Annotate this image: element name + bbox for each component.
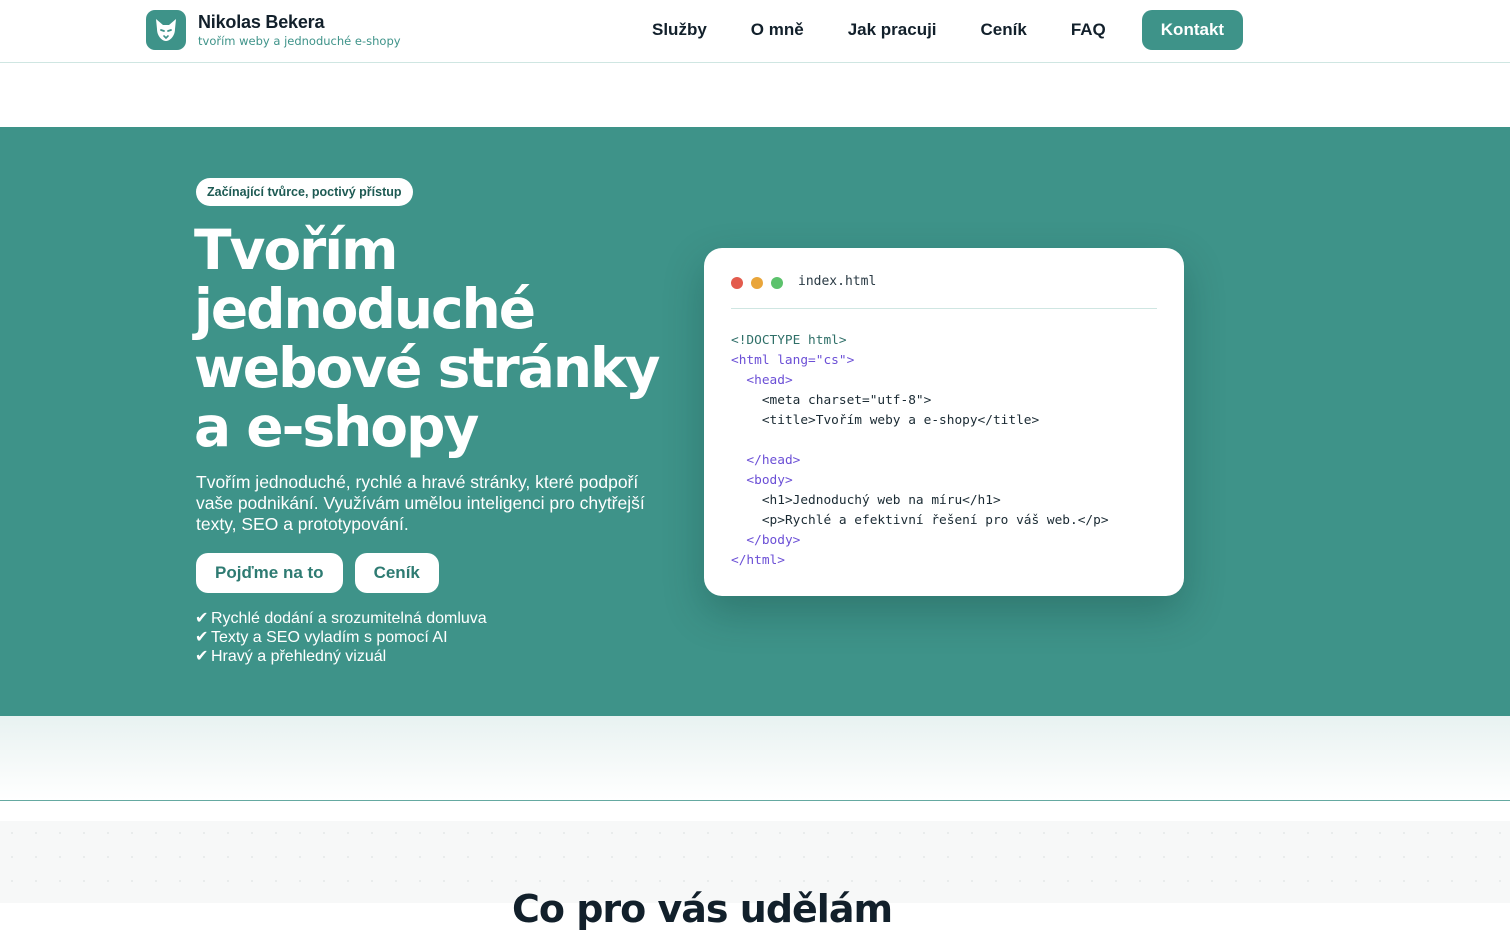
code-block: <!DOCTYPE html> <html lang="cs"> <head> <… — [731, 331, 1109, 571]
code-text: <head> — [746, 373, 793, 388]
nav-link-o-mne[interactable]: O mně — [729, 10, 826, 50]
benefit-text: Rychlé dodání a srozumitelná domluva — [211, 610, 487, 627]
code-text: <title>Tvořím weby a e-shopy</title> — [761, 413, 1040, 428]
nav-link-cenik[interactable]: Ceník — [959, 10, 1049, 50]
lets-go-button[interactable]: Pojďme na to — [196, 553, 343, 593]
code-text: <h1>Jednoduchý web na míru</h1> — [761, 493, 1001, 508]
code-text: </head> — [746, 453, 801, 468]
code-line: <!DOCTYPE html> — [731, 331, 1109, 351]
code-text: </html> — [731, 553, 785, 568]
list-item: ✔ Rychlé dodání a srozumitelná domluva — [195, 609, 487, 628]
checkmark-icon: ✔ — [195, 629, 209, 646]
code-line: <meta charset="utf-8"> — [731, 391, 1109, 411]
brand-tagline: tvořím weby a jednoduché e-shopy — [198, 34, 401, 48]
code-filename: index.html — [798, 274, 877, 289]
pricing-button[interactable]: Ceník — [354, 553, 439, 593]
code-line: <body> — [731, 471, 1109, 491]
window-dot-yellow-icon — [751, 277, 763, 289]
code-line: <title>Tvořím weby a e-shopy</title> — [731, 411, 1109, 431]
code-line: <h1>Jednoduchý web na míru</h1> — [731, 491, 1109, 511]
hero-fade — [0, 716, 1510, 800]
checkmark-icon: ✔ — [195, 610, 209, 627]
code-line: </html> — [731, 551, 1109, 571]
code-text: </body> — [746, 533, 801, 548]
hero-title: Tvořím jednoduché webové stránky a e-sho… — [194, 218, 660, 459]
brand-name: Nikolas Bekera — [198, 12, 325, 32]
code-text: <body> — [746, 473, 793, 488]
contact-button[interactable]: Kontakt — [1141, 10, 1244, 50]
code-text: <p>Rychlé a efektivní řešení pro váš web… — [761, 513, 1109, 528]
nav-link-jak-pracuji[interactable]: Jak pracuji — [826, 10, 959, 50]
code-line: <p>Rychlé a efektivní řešení pro váš web… — [731, 511, 1109, 531]
code-text: <!DOCTYPE html> — [731, 333, 847, 348]
window-dot-red-icon — [731, 277, 743, 289]
code-text: <meta charset="utf-8"> — [761, 393, 932, 408]
nav-link-sluzby[interactable]: Služby — [630, 10, 729, 50]
benefit-text: Hravý a přehledný vizuál — [211, 648, 387, 665]
services-title: Co pro vás udělám — [512, 887, 893, 931]
main-nav: Služby O mně Jak pracuji Ceník FAQ Konta… — [630, 10, 1244, 50]
fox-icon — [146, 10, 186, 50]
code-card-header: index.html — [731, 272, 1157, 309]
brand-text: Nikolas Bekera tvořím weby a jednoduché … — [198, 11, 401, 49]
section-divider — [0, 800, 1510, 801]
hero-subtitle: Tvořím jednoduché, rychlé a hravé stránk… — [196, 472, 645, 534]
code-line: </body> — [731, 531, 1109, 551]
checkmark-icon: ✔ — [195, 648, 209, 665]
list-item: ✔ Texty a SEO vyladím s pomocí AI — [195, 628, 487, 647]
brand-link[interactable]: Nikolas Bekera tvořím weby a jednoduché … — [146, 10, 401, 50]
code-line: <head> — [731, 371, 1109, 391]
list-item: ✔ Hravý a přehledný vizuál — [195, 647, 487, 666]
code-preview-card: index.html <!DOCTYPE html> <html lang="cs… — [704, 248, 1184, 596]
code-line: </head> — [731, 451, 1109, 471]
services-section: Co pro vás udělám — [0, 821, 1510, 931]
hero-section: Začínající tvůrce, poctivý přístup Tvoří… — [0, 127, 1510, 716]
code-line: <html lang="cs"> — [731, 351, 1109, 371]
window-dot-green-icon — [771, 277, 783, 289]
benefit-text: Texty a SEO vyladím s pomocí AI — [211, 629, 448, 646]
hero-buttons: Pojďme na to Ceník — [196, 553, 439, 593]
nav-link-faq[interactable]: FAQ — [1049, 10, 1128, 50]
code-text: <html lang="cs"> — [731, 353, 855, 368]
hero-benefits-list: ✔ Rychlé dodání a srozumitelná domluva ✔… — [195, 609, 487, 666]
site-header: Nikolas Bekera tvořím weby a jednoduché … — [0, 0, 1510, 63]
hero-badge: Začínající tvůrce, poctivý přístup — [196, 178, 413, 206]
